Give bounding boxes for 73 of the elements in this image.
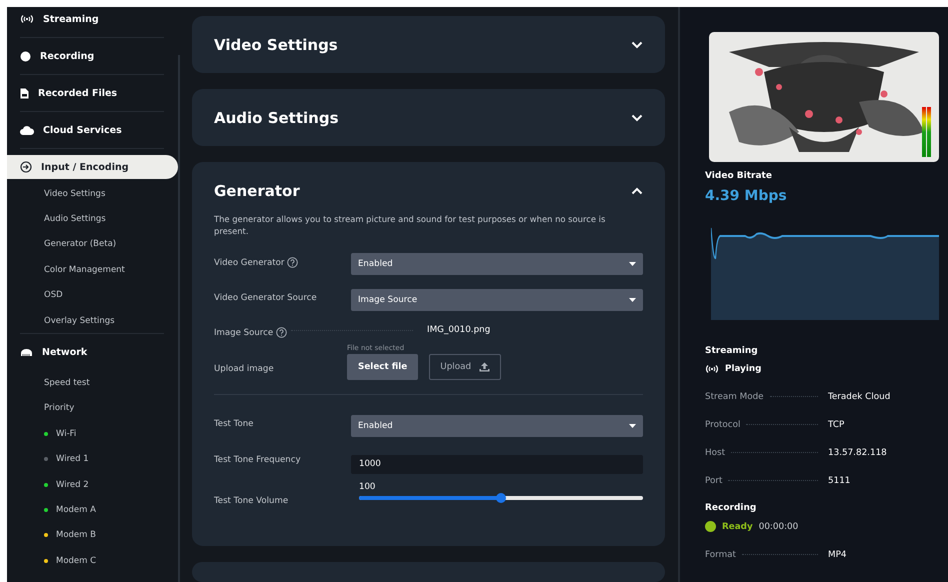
info-value: 13.57.82.118 [828, 448, 888, 458]
info-label: Port [705, 476, 722, 486]
chevron-down-icon[interactable] [631, 114, 643, 122]
stream-state: Playing [725, 364, 762, 374]
slider-thumb[interactable] [496, 492, 506, 502]
sidebar-subitem[interactable]: Modem C [56, 556, 96, 566]
section-title: Video Bitrate [705, 171, 773, 181]
field-label: Test Tone Frequency [214, 455, 301, 465]
sidebar-item[interactable]: Streaming [7, 7, 178, 31]
sidebar-subitem[interactable]: Video Settings [44, 188, 106, 199]
router-icon [20, 348, 33, 357]
info-value: TCP [828, 420, 846, 430]
field-label: Test Tone Volume [214, 496, 288, 506]
document-icon [20, 88, 29, 98]
chevron-up-icon[interactable] [631, 186, 643, 194]
sidebar-subitem[interactable]: Wi-Fi [56, 428, 76, 439]
slider-value: 100 [359, 482, 376, 492]
circle-icon [20, 50, 31, 62]
field-label: Image Source [214, 328, 274, 338]
sidebar-subitem[interactable]: Modem B [56, 530, 96, 540]
recording-time: 00:00:00 [758, 522, 798, 532]
info-label: Protocol [705, 420, 740, 430]
dropdown[interactable]: Enabled [351, 415, 643, 437]
broadcast-icon [20, 14, 34, 24]
sidebar-subitem[interactable]: OSD [44, 290, 63, 300]
sidebar-subitem[interactable]: Speed test [44, 378, 90, 388]
info-value: 5111 [828, 476, 852, 486]
broadcast-icon [705, 364, 719, 374]
card-title: Video Settings [214, 36, 338, 54]
card-title: Audio Settings [214, 108, 338, 126]
description-text: The generator allows you to stream picture and sound for test purposes or when no source is present. [214, 213, 606, 237]
sidebar-subitem[interactable]: Wired 1 [56, 454, 89, 464]
caret-icon [629, 262, 636, 266]
slider-track[interactable] [359, 496, 643, 500]
info-label: Host [705, 448, 726, 458]
caret-icon [629, 298, 636, 302]
input-field[interactable]: 1000 [351, 454, 643, 474]
sidebar-item[interactable]: Input / Encoding [7, 155, 178, 179]
field-value: IMG_0010.png [427, 325, 490, 335]
sidebar-item[interactable]: Recording [7, 44, 178, 68]
card-title: Generator [214, 182, 300, 200]
sidebar-subitem[interactable]: Overlay Settings [44, 316, 115, 326]
sidebar-subitem[interactable]: Wired 2 [56, 480, 89, 490]
field-label: Video Generator Source [214, 293, 317, 303]
sidebar-subitem[interactable]: Modem A [56, 504, 96, 515]
sidebar-subitem[interactable]: Generator (Beta) [44, 239, 116, 250]
sidebar-item[interactable]: Network [7, 340, 178, 364]
sidebar-item[interactable]: Recorded Files [7, 81, 178, 105]
cloud-icon [20, 126, 34, 134]
info-label: Stream Mode [705, 392, 764, 402]
field-label: Video Generator [214, 258, 284, 268]
caret-icon [629, 424, 636, 428]
section-title: Streaming [705, 346, 759, 356]
section-title: Recording [705, 503, 758, 513]
input-icon [20, 161, 32, 173]
select-file-button[interactable]: Select file [347, 354, 418, 380]
sidebar-subitem[interactable]: Priority [44, 403, 74, 414]
recording-state: Ready [722, 522, 753, 532]
status-icon [705, 521, 716, 532]
bitrate-value: 4.39 Mbps [705, 188, 788, 204]
field-label: Upload image [214, 364, 274, 374]
sidebar-subitem[interactable]: Audio Settings [44, 214, 106, 224]
info-label: Format [705, 550, 736, 560]
dropdown[interactable]: Enabled [351, 253, 643, 275]
info-value: Teradek Cloud [828, 392, 892, 402]
upload-button[interactable]: Upload [429, 354, 502, 380]
sidebar-subitem[interactable]: Color Management [44, 264, 125, 275]
dropdown[interactable]: Image Source [351, 289, 643, 311]
sidebar-item[interactable]: Cloud Services [7, 118, 178, 142]
field-label: Test Tone [214, 419, 254, 429]
upload-icon [479, 362, 490, 372]
info-value: MP4 [828, 550, 848, 560]
chevron-down-icon[interactable] [631, 40, 643, 48]
